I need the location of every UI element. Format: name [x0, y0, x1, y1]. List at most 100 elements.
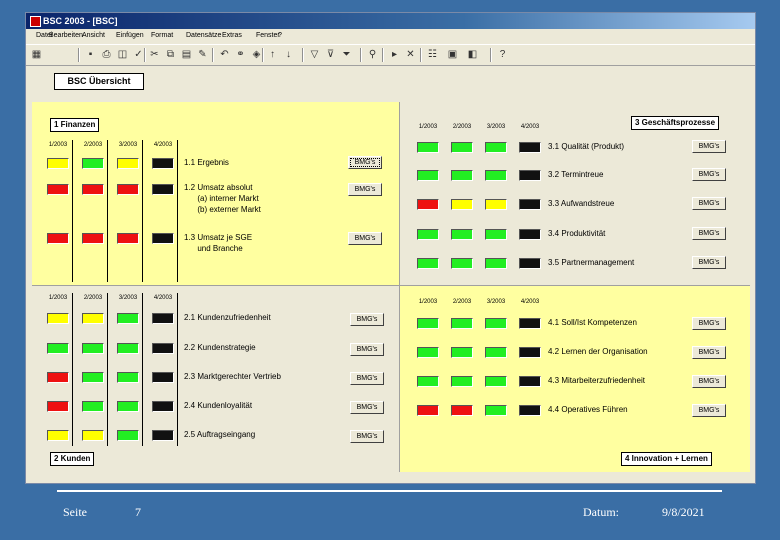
status-lamp-green	[485, 142, 507, 153]
menu-item-6[interactable]: Datensätze	[186, 29, 221, 43]
bmg-button[interactable]: BMG's	[350, 343, 384, 356]
kpi-label: 4.3 Mitarbeiterzufriedenheit	[548, 376, 645, 385]
status-lamp-red	[82, 233, 104, 244]
kpi-label: 1.2 Umsatz absolut (a) interner Markt (b…	[184, 183, 261, 214]
status-lamp-red	[82, 184, 104, 195]
undo-icon[interactable]: ↶	[218, 48, 231, 61]
menu-item-7[interactable]: Extras	[222, 29, 242, 43]
period-header: 4/2003	[520, 299, 540, 305]
toolbar-separator	[78, 48, 80, 62]
menu-item-4[interactable]: Einfügen	[116, 29, 144, 43]
period-divider	[72, 140, 73, 282]
status-lamp-black	[152, 343, 174, 354]
status-lamp-green	[117, 372, 139, 383]
status-lamp-red	[47, 372, 69, 383]
bmg-button[interactable]: BMG's	[350, 313, 384, 326]
apply-filter-icon[interactable]: ⏷	[340, 48, 353, 61]
toolbar-separator	[212, 48, 214, 62]
period-divider	[107, 293, 108, 446]
status-lamp-yellow	[451, 199, 473, 210]
bmg-button[interactable]: BMG's	[692, 375, 726, 388]
menu-item-3[interactable]: Ansicht	[82, 29, 105, 43]
status-lamp-green	[117, 430, 139, 441]
status-lamp-red	[451, 405, 473, 416]
status-lamp-green	[417, 376, 439, 387]
kpi-label: 2.5 Auftragseingang	[184, 430, 256, 439]
print-preview-icon[interactable]: ◫	[116, 48, 129, 61]
bmg-button[interactable]: BMG's	[348, 156, 382, 169]
copy-icon[interactable]: ⧉	[164, 48, 177, 61]
bmg-button[interactable]: BMG's	[692, 227, 726, 240]
window-title: BSC 2003 - [BSC]	[43, 16, 118, 26]
save-icon[interactable]: ▪	[84, 48, 97, 61]
period-header: 2/2003	[452, 124, 472, 130]
properties-icon[interactable]: ☷	[426, 48, 439, 61]
status-lamp-red	[417, 405, 439, 416]
status-lamp-green	[417, 258, 439, 269]
status-lamp-black	[519, 347, 541, 358]
period-header: 4/2003	[153, 295, 173, 301]
print-icon[interactable]: ⎙	[100, 48, 113, 61]
bmg-button[interactable]: BMG's	[348, 183, 382, 196]
period-header: 2/2003	[83, 142, 103, 148]
status-lamp-black	[519, 258, 541, 269]
status-lamp-black	[519, 405, 541, 416]
quadrant-geschaeftsprozesse: 3 Geschäftsprozesse 1/2003 2/2003 3/2003 4/2…	[399, 102, 750, 285]
status-lamp-green	[417, 170, 439, 181]
quadrant-kunden: 2 Kunden 1/2003 2/2003 3/2003 4/2003 2.1 Kund…	[32, 285, 399, 472]
bmg-button[interactable]: BMG's	[348, 232, 382, 245]
period-divider	[107, 140, 108, 282]
status-lamp-green	[82, 158, 104, 169]
status-lamp-green	[82, 343, 104, 354]
status-lamp-black	[519, 318, 541, 329]
bmg-button[interactable]: BMG's	[692, 256, 726, 269]
design-view-icon[interactable]: ▦	[30, 48, 43, 61]
sort-descending-icon[interactable]: ↓	[282, 48, 295, 61]
kpi-label: 4.1 Soll/Ist Kompetenzen	[548, 318, 637, 327]
page-label: Seite	[63, 505, 87, 519]
quadrant-innovation: 4 Innovation + Lernen 1/2003 2/2003 3/2003 4…	[399, 285, 750, 472]
kpi-label: 1.1 Ergebnis	[184, 158, 229, 167]
menu-item-5[interactable]: Format	[151, 29, 173, 43]
bmg-button[interactable]: BMG's	[692, 346, 726, 359]
find-icon[interactable]: ⚲	[366, 48, 379, 61]
bmg-button[interactable]: BMG's	[350, 372, 384, 385]
status-lamp-green	[417, 229, 439, 240]
period-header: 4/2003	[153, 142, 173, 148]
menu-item-2[interactable]: Bearbeiten	[49, 29, 83, 43]
menu-item-9[interactable]: ?	[278, 29, 282, 43]
menu-item-8[interactable]: Fenster	[256, 29, 280, 43]
filter-by-form-icon[interactable]: ⊽	[324, 48, 337, 61]
status-lamp-green	[451, 347, 473, 358]
cut-icon[interactable]: ✂	[148, 48, 161, 61]
status-lamp-black	[519, 376, 541, 387]
insert-hyperlink-icon[interactable]: ⚭	[234, 48, 247, 61]
database-window-icon[interactable]: ▣	[446, 48, 459, 61]
bmg-button[interactable]: BMG's	[350, 401, 384, 414]
quadrant-label: 4 Innovation + Lernen	[621, 452, 712, 466]
status-lamp-green	[417, 347, 439, 358]
new-record-icon[interactable]: ▸	[388, 48, 401, 61]
app-icon[interactable]	[30, 16, 41, 27]
menu-bar: Datei Bearbeiten Ansicht Einfügen Format Date…	[26, 29, 755, 43]
bmg-button[interactable]: BMG's	[692, 197, 726, 210]
filter-by-selection-icon[interactable]: ▽	[308, 48, 321, 61]
help-icon[interactable]: ?	[496, 48, 509, 61]
period-divider	[142, 140, 143, 282]
delete-record-icon[interactable]: ✕	[404, 48, 417, 61]
footer-rule	[57, 490, 722, 492]
bmg-button[interactable]: BMG's	[350, 430, 384, 443]
sort-ascending-icon[interactable]: ↑	[266, 48, 279, 61]
kpi-label: 2.1 Kundenzufriedenheit	[184, 313, 271, 322]
status-lamp-green	[117, 401, 139, 412]
bmg-button[interactable]: BMG's	[692, 404, 726, 417]
paste-icon[interactable]: ▤	[180, 48, 193, 61]
bmg-button[interactable]: BMG's	[692, 140, 726, 153]
bmg-button[interactable]: BMG's	[692, 317, 726, 330]
new-object-icon[interactable]: ◧	[466, 48, 479, 61]
status-lamp-black	[519, 229, 541, 240]
format-painter-icon[interactable]: ✎	[196, 48, 209, 61]
status-lamp-black	[519, 142, 541, 153]
bmg-button[interactable]: BMG's	[692, 168, 726, 181]
quadrant-label: 3 Geschäftsprozesse	[631, 116, 720, 130]
